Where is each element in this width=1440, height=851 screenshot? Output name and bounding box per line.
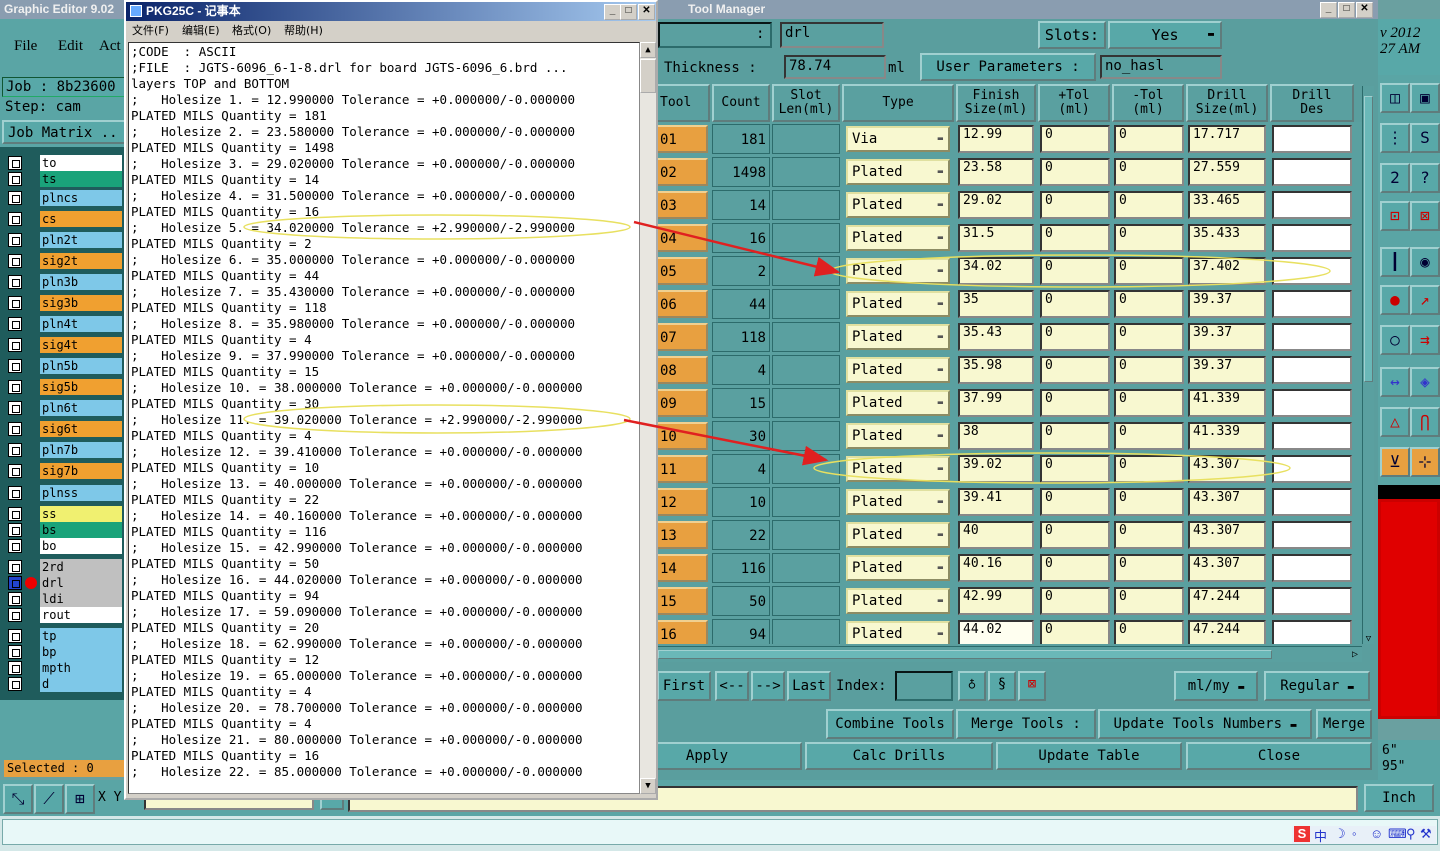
highlight-ellipse-holesize-11	[243, 404, 631, 434]
highlight-ellipse-tool-05	[829, 254, 1331, 288]
highlight-ellipse-tool-11	[813, 452, 1291, 484]
arrow-holesize-11-to-tool-11	[623, 418, 829, 466]
annotation-overlay	[243, 214, 1331, 484]
highlight-ellipse-holesize-5	[243, 214, 631, 240]
arrow-holesize-5-to-tool-05	[633, 220, 841, 277]
